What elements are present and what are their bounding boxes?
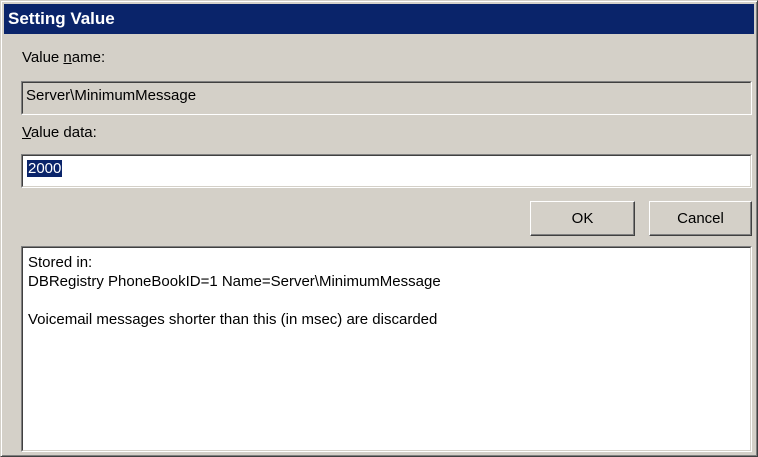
- info-stored-in: Stored in:: [28, 254, 93, 271]
- info-description: Voicemail messages shorter than this (in…: [28, 311, 438, 328]
- value-name-field: Server\MinimumMessage: [21, 81, 752, 115]
- value-data-label: Value data:: [22, 124, 97, 141]
- ok-button[interactable]: OK: [530, 201, 635, 236]
- cancel-button[interactable]: Cancel: [649, 201, 752, 236]
- value-data-input[interactable]: 2000: [21, 154, 752, 188]
- value-name-text: Server\MinimumMessage: [26, 87, 197, 104]
- value-name-label: Value name:: [22, 49, 106, 66]
- info-textbox[interactable]: Stored in: DBRegistry PhoneBookID=1 Name…: [21, 246, 752, 452]
- value-data-text: 2000: [27, 160, 63, 177]
- dialog-title: Setting Value: [4, 4, 754, 34]
- setting-value-dialog: Setting Value Value name: Server\Minimum…: [0, 0, 758, 457]
- info-registry-path: DBRegistry PhoneBookID=1 Name=Server\Min…: [28, 273, 441, 290]
